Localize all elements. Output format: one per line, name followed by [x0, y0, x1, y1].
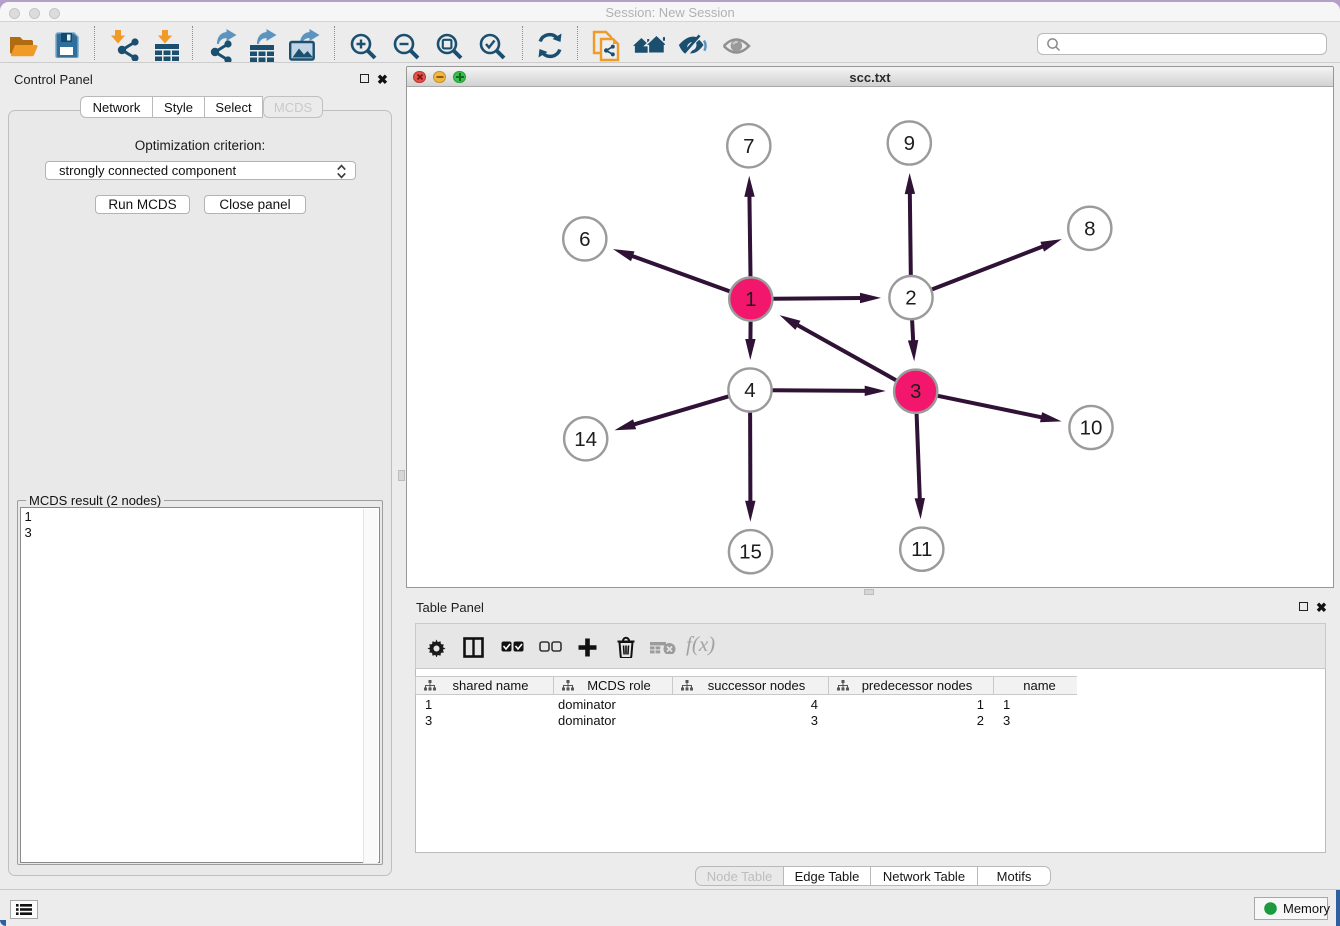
svg-text:7: 7	[743, 135, 754, 158]
svg-text:9: 9	[904, 132, 915, 155]
svg-text:1: 1	[745, 288, 756, 311]
svg-text:3: 3	[910, 380, 921, 403]
svg-text:15: 15	[739, 541, 762, 564]
svg-text:4: 4	[744, 379, 755, 402]
svg-text:11: 11	[911, 538, 932, 561]
svg-text:14: 14	[574, 428, 597, 451]
svg-text:6: 6	[579, 228, 590, 251]
svg-text:2: 2	[905, 287, 916, 310]
svg-text:10: 10	[1080, 417, 1103, 440]
svg-text:8: 8	[1084, 217, 1095, 240]
